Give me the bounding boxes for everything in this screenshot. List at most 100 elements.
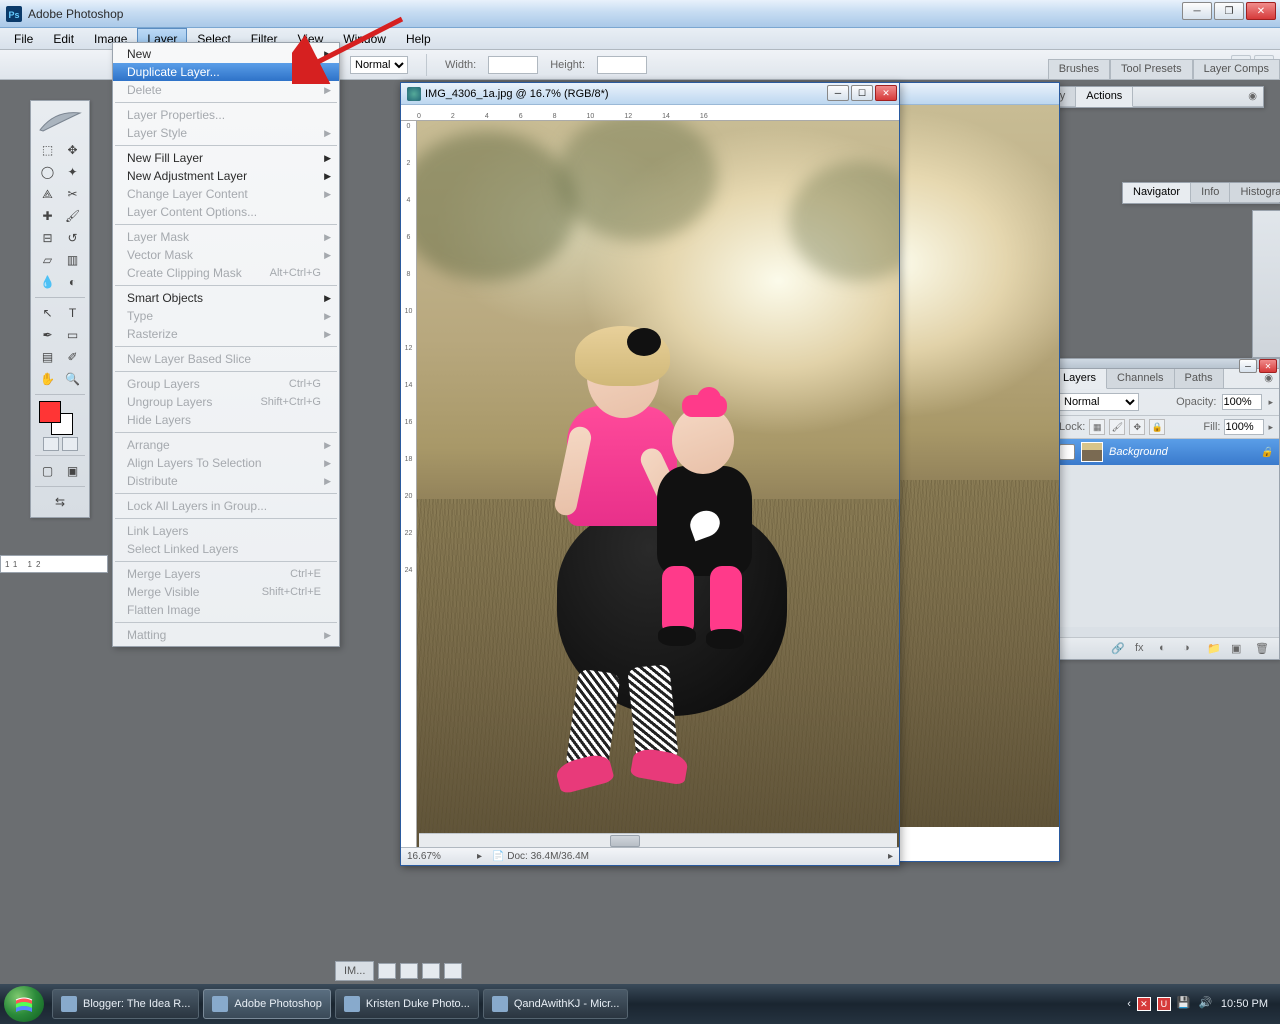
tab-info[interactable]: Info [1191, 183, 1230, 202]
horizontal-scrollbar[interactable] [419, 833, 897, 847]
layer-thumbnail[interactable] [1081, 442, 1103, 462]
tab-histogram[interactable]: Histogram [1230, 183, 1280, 202]
menu-window[interactable]: Window [333, 28, 396, 50]
menu-item-new-adjustment-layer[interactable]: New Adjustment Layer▶ [113, 167, 339, 185]
new-layer-icon[interactable]: ▣ [1231, 642, 1247, 656]
hand-tool[interactable]: ✋ [37, 369, 59, 389]
doc-close-button[interactable]: ✕ [875, 85, 897, 101]
collapsed-dock[interactable] [1252, 210, 1280, 358]
tab-icon[interactable] [400, 963, 418, 979]
layers-panel[interactable]: ─ ✕ LayersChannelsPaths ◉ Normal Opacity… [1052, 358, 1280, 660]
shape-tool[interactable]: ▭ [62, 325, 84, 345]
tray-expand-icon[interactable]: ‹ [1127, 998, 1131, 1010]
tab-channels[interactable]: Channels [1107, 369, 1174, 388]
layer-style-icon[interactable]: fx [1135, 642, 1151, 656]
menu-help[interactable]: Help [396, 28, 441, 50]
taskbar-item[interactable]: Kristen Duke Photo... [335, 989, 479, 1019]
lasso-tool[interactable]: ◯ [37, 162, 59, 182]
tray-icon[interactable]: 💾 [1177, 996, 1193, 1012]
path-select-tool[interactable]: ↖ [37, 303, 59, 323]
tab-layer-comps[interactable]: Layer Comps [1193, 59, 1280, 79]
document-tab[interactable]: IM... [335, 961, 374, 981]
tab-icon[interactable] [422, 963, 440, 979]
tab-actions[interactable]: Actions [1076, 87, 1133, 107]
blend-mode-select[interactable]: Normal [1059, 393, 1139, 411]
options-mode-select[interactable]: Normal [350, 56, 408, 74]
zoom-level[interactable]: 16.67% [407, 851, 467, 862]
gradient-tool[interactable]: ▥ [62, 250, 84, 270]
volume-icon[interactable]: 🔊 [1199, 996, 1215, 1012]
layers-list[interactable]: 👁 Background 🔒 [1053, 439, 1279, 627]
tab-brushes[interactable]: Brushes [1048, 59, 1110, 79]
group-icon[interactable]: 📁 [1207, 642, 1223, 656]
layer-name[interactable]: Background [1109, 446, 1168, 458]
document-titlebar[interactable]: IMG_4306_1a.jpg @ 16.7% (RGB/8*) ─ ☐ ✕ [401, 83, 899, 105]
stamp-tool[interactable]: ⊟ [37, 228, 59, 248]
doc-maximize-button[interactable]: ☐ [851, 85, 873, 101]
quickmask-icon[interactable] [43, 437, 59, 451]
width-input[interactable] [488, 56, 538, 74]
heal-tool[interactable]: ✚ [37, 206, 59, 226]
document-window-front[interactable]: IMG_4306_1a.jpg @ 16.7% (RGB/8*) ─ ☐ ✕ 0… [400, 82, 900, 866]
tab-tool-presets[interactable]: Tool Presets [1110, 59, 1193, 79]
history-brush-tool[interactable]: ↺ [62, 228, 84, 248]
tab-navigator[interactable]: Navigator [1123, 183, 1191, 203]
start-button[interactable] [4, 986, 44, 1022]
layer-mask-icon[interactable]: ◐ [1159, 642, 1175, 656]
eraser-tool[interactable]: ▱ [37, 250, 59, 270]
taskbar-item[interactable]: Adobe Photoshop [203, 989, 330, 1019]
menu-item-new[interactable]: New▶ [113, 45, 339, 63]
marquee-tool[interactable]: ⬚ [37, 140, 59, 160]
type-tool[interactable]: T [62, 303, 84, 323]
scrollbar-thumb[interactable] [610, 835, 640, 847]
foreground-color-swatch[interactable] [39, 401, 61, 423]
menu-edit[interactable]: Edit [43, 28, 84, 50]
lock-all-icon[interactable]: 🔒 [1149, 419, 1165, 435]
taskbar-item[interactable]: Blogger: The Idea R... [52, 989, 199, 1019]
doc-minimize-button[interactable]: ─ [827, 85, 849, 101]
navigator-panel[interactable]: NavigatorInfoHistogram [1122, 182, 1280, 204]
tab-layers[interactable]: Layers [1053, 369, 1107, 389]
restore-button[interactable]: ❐ [1214, 2, 1244, 20]
lock-transparent-icon[interactable]: ▦ [1089, 419, 1105, 435]
panel-close-button[interactable]: ✕ [1259, 359, 1277, 373]
visibility-toggle-icon[interactable]: 👁 [1059, 444, 1075, 460]
zoom-tool[interactable]: 🔍 [62, 369, 84, 389]
blur-tool[interactable]: 💧 [37, 272, 59, 292]
wand-tool[interactable]: ✦ [62, 162, 84, 182]
pen-tool[interactable]: ✒ [37, 325, 59, 345]
notes-tool[interactable]: ▤ [37, 347, 59, 367]
taskbar-item[interactable]: QandAwithKJ - Micr... [483, 989, 629, 1019]
tab-icon[interactable] [444, 963, 462, 979]
system-tray[interactable]: ‹ ✕ U 💾 🔊 10:50 PM [1127, 996, 1276, 1012]
menu-file[interactable]: File [4, 28, 43, 50]
menu-item-duplicate-layer[interactable]: Duplicate Layer... [113, 63, 339, 81]
adjustment-layer-icon[interactable]: ◑ [1183, 642, 1199, 656]
close-button[interactable]: ✕ [1246, 2, 1276, 20]
crop-tool[interactable]: ⟁ [37, 184, 59, 204]
tab-icon[interactable] [378, 963, 396, 979]
slice-tool[interactable]: ✂ [62, 184, 84, 204]
minimize-button[interactable]: ─ [1182, 2, 1212, 20]
move-tool[interactable]: ✥ [62, 140, 84, 160]
brush-tool[interactable]: 🖌 [62, 206, 84, 226]
panel-menu-icon[interactable]: ◉ [1248, 91, 1257, 102]
screenmode-full-icon[interactable]: ▣ [62, 461, 84, 481]
menu-item-new-fill-layer[interactable]: New Fill Layer▶ [113, 149, 339, 167]
delete-layer-icon[interactable]: 🗑 [1255, 642, 1271, 656]
dodge-tool[interactable]: ◐ [62, 272, 84, 292]
document-canvas[interactable] [417, 121, 899, 847]
eyedropper-tool[interactable]: ✐ [62, 347, 84, 367]
tray-shield-icon[interactable]: U [1157, 997, 1171, 1011]
quickmask-icon[interactable] [62, 437, 78, 451]
clock[interactable]: 10:50 PM [1221, 998, 1268, 1010]
menu-item-smart-objects[interactable]: Smart Objects▶ [113, 289, 339, 307]
lock-position-icon[interactable]: ✥ [1129, 419, 1145, 435]
jump-to-icon[interactable]: ⇆ [49, 492, 71, 512]
opacity-input[interactable] [1222, 394, 1262, 410]
tray-shield-icon[interactable]: ✕ [1137, 997, 1151, 1011]
lock-pixels-icon[interactable]: 🖌 [1109, 419, 1125, 435]
color-swatches[interactable] [37, 401, 83, 435]
screenmode-std-icon[interactable]: ▢ [37, 461, 59, 481]
tab-paths[interactable]: Paths [1175, 369, 1224, 388]
